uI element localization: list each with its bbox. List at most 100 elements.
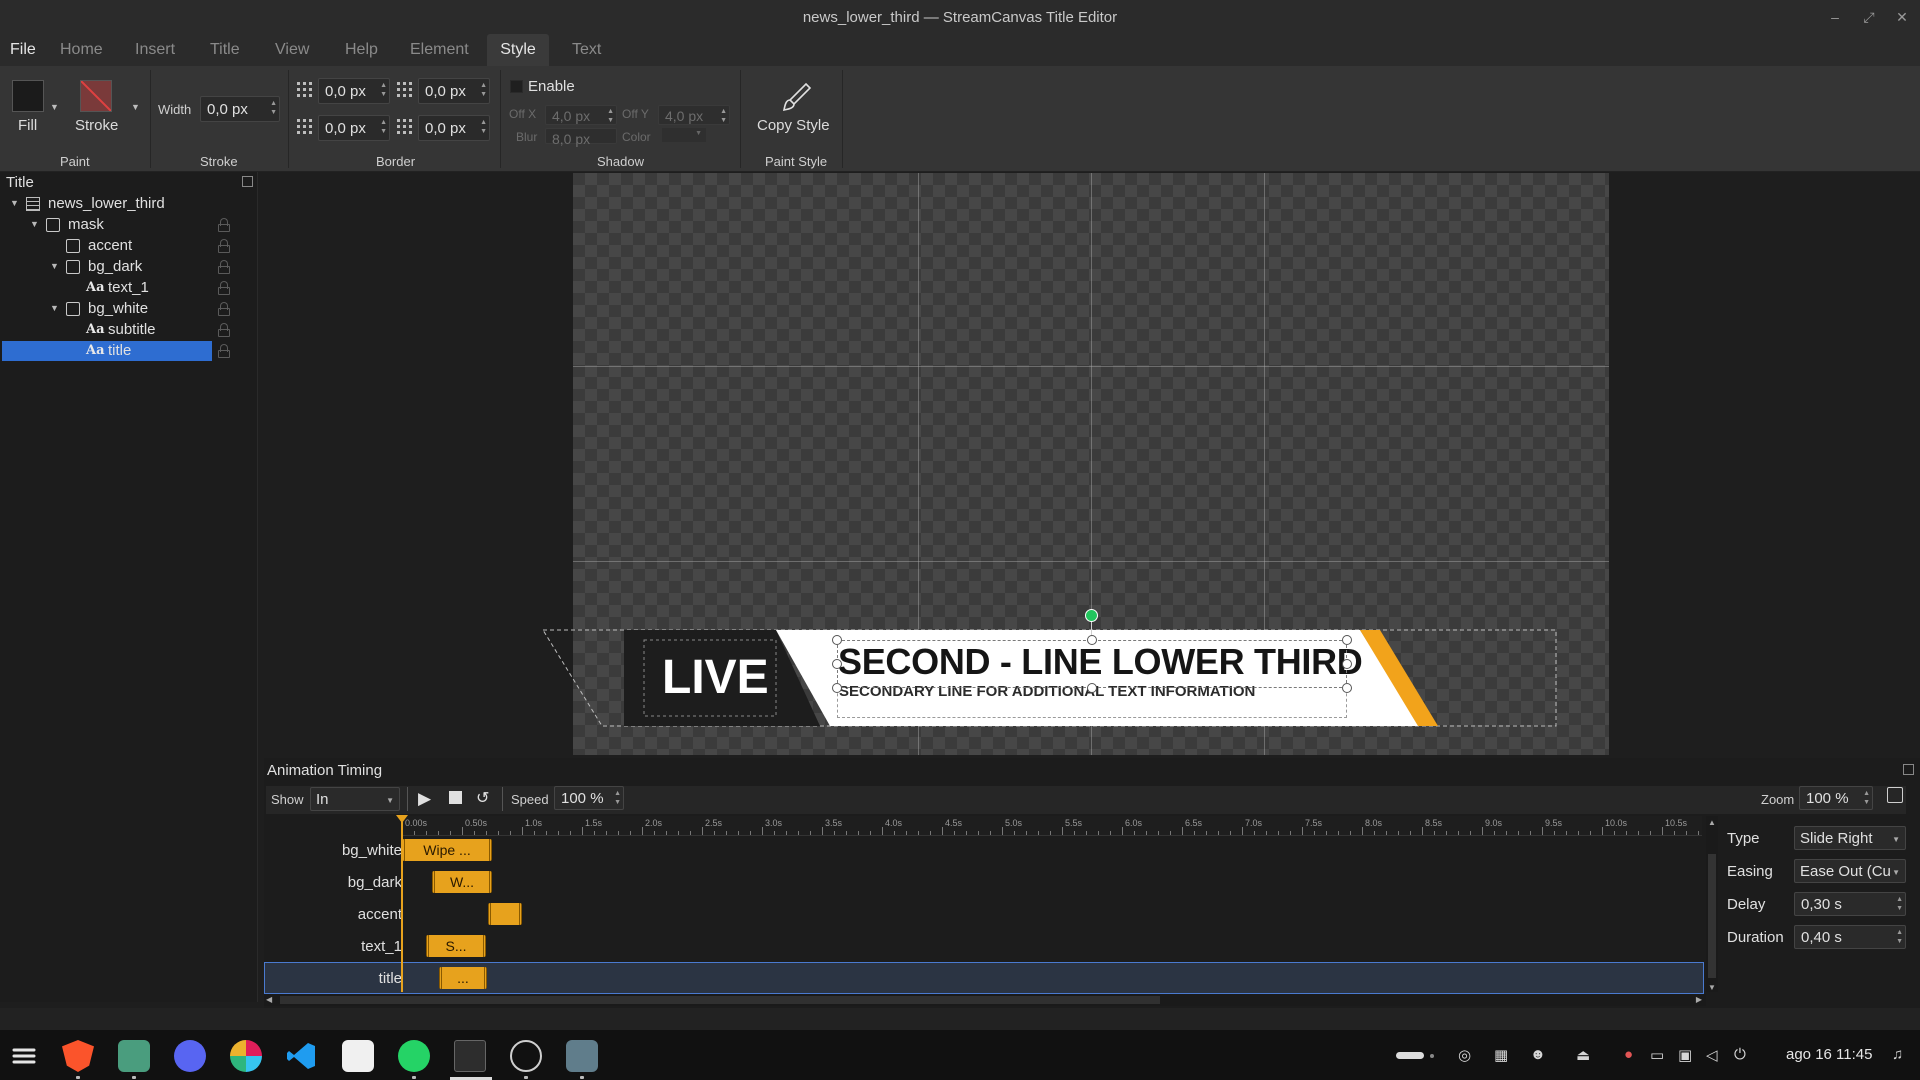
- fill-swatch[interactable]: [12, 80, 44, 112]
- panel-float-icon[interactable]: [242, 176, 253, 187]
- timeline-horizontal-scrollbar[interactable]: ◀ ▶: [264, 994, 1706, 1006]
- track-row[interactable]: accent: [264, 898, 1704, 930]
- lock-icon[interactable]: [218, 302, 230, 316]
- menu-insert[interactable]: Insert: [125, 34, 185, 66]
- shadow-blur-spinbox[interactable]: 8,0 px: [545, 128, 617, 147]
- menu-style[interactable]: Style: [487, 34, 549, 66]
- clip-accent[interactable]: [488, 903, 522, 925]
- shadow-enable-checkbox[interactable]: [510, 80, 523, 93]
- lock-icon[interactable]: [218, 260, 230, 274]
- stop-icon[interactable]: [449, 791, 462, 804]
- shadow-color-picker[interactable]: ▼: [662, 128, 706, 142]
- playhead-handle[interactable]: [396, 815, 408, 823]
- collapse-arrow-icon[interactable]: ▼: [10, 198, 19, 208]
- time-ruler[interactable]: 0.00s 0.50s 1.0s 1.5s 2.0s 2.5s 3.0s 3.5s 4.0s 4.…: [402, 816, 1702, 836]
- border-radius-top-left-spinbox[interactable]: 0,0 px ▲ ▼: [318, 78, 390, 104]
- keyboard-icon[interactable]: ▦: [1494, 1046, 1508, 1064]
- resize-handle[interactable]: [832, 635, 842, 645]
- panel-float-icon[interactable]: [1903, 764, 1914, 775]
- lock-icon[interactable]: [218, 323, 230, 337]
- terminal-icon[interactable]: [454, 1040, 486, 1072]
- lock-icon[interactable]: [218, 344, 230, 358]
- visibility-checkbox[interactable]: [46, 218, 60, 232]
- clip-bg-dark[interactable]: W...: [432, 871, 492, 893]
- menu-title[interactable]: Title: [200, 34, 250, 66]
- show-select[interactable]: In ▼: [310, 787, 400, 811]
- fit-zoom-icon[interactable]: [1887, 787, 1903, 803]
- menu-view[interactable]: View: [265, 34, 319, 66]
- menu-element[interactable]: Element: [400, 34, 479, 66]
- shadow-offy-spinbox[interactable]: 4,0 px ▲ ▼: [658, 105, 730, 125]
- notifications-off-icon[interactable]: ♫: [1892, 1046, 1903, 1063]
- resize-handle[interactable]: [1342, 635, 1352, 645]
- whatsapp-icon[interactable]: [398, 1040, 430, 1072]
- files-icon[interactable]: [118, 1040, 150, 1072]
- collapse-arrow-icon[interactable]: ▼: [50, 303, 59, 313]
- clip-bg-white[interactable]: Wipe ...: [402, 839, 492, 861]
- stroke-dropdown-icon[interactable]: ▼: [131, 102, 140, 112]
- tree-item-news-lower-third[interactable]: ▼ news_lower_third: [2, 194, 212, 214]
- timeline-vertical-scrollbar[interactable]: ▲ ▼: [1706, 816, 1718, 992]
- lock-icon[interactable]: [218, 281, 230, 295]
- brave-browser-icon[interactable]: [62, 1040, 94, 1072]
- resize-handle[interactable]: [832, 659, 842, 669]
- resize-handle[interactable]: [1087, 635, 1097, 645]
- power-icon[interactable]: ⏻: [1734, 1046, 1746, 1063]
- track-row[interactable]: bg_white Wipe ...: [264, 834, 1704, 866]
- clip-title[interactable]: ...: [439, 967, 487, 989]
- brush-icon[interactable]: [780, 80, 814, 117]
- delay-spinbox[interactable]: 0,30 s ▲ ▼: [1794, 892, 1906, 916]
- tree-item-subtitle[interactable]: Aa subtitle: [2, 320, 212, 340]
- stroke-swatch[interactable]: [80, 80, 112, 112]
- settings-app-icon[interactable]: [566, 1040, 598, 1072]
- play-icon[interactable]: ▶: [418, 789, 431, 809]
- tree-item-mask[interactable]: ▼ mask: [2, 215, 212, 235]
- easing-select[interactable]: Ease Out (Cu ▼: [1794, 859, 1906, 883]
- track-row-selected[interactable]: title ...: [264, 962, 1704, 994]
- tree-item-title[interactable]: Aa title: [2, 341, 212, 361]
- resize-handle[interactable]: [1342, 683, 1352, 693]
- stroke-width-spinbox[interactable]: 0,0 px ▲ ▼: [200, 96, 280, 122]
- visibility-checkbox[interactable]: [66, 260, 80, 274]
- microphone-icon[interactable]: ●: [1624, 1046, 1633, 1063]
- volume-icon[interactable]: ◁: [1706, 1046, 1718, 1064]
- playhead[interactable]: [401, 816, 403, 992]
- resize-handle[interactable]: [832, 683, 842, 693]
- resize-handle[interactable]: [1342, 659, 1352, 669]
- copy-style-button[interactable]: Copy Style: [757, 117, 830, 134]
- loop-icon[interactable]: ↺: [476, 788, 489, 808]
- obs-icon[interactable]: [510, 1040, 542, 1072]
- tree-item-bg-white[interactable]: ▼ bg_white: [2, 299, 212, 319]
- track-row[interactable]: text_1 S...: [264, 930, 1704, 962]
- eject-icon[interactable]: ⏏: [1576, 1046, 1590, 1064]
- visibility-checkbox[interactable]: [66, 302, 80, 316]
- zoom-spinbox[interactable]: 100 % ▲ ▼: [1799, 786, 1873, 810]
- menu-file[interactable]: File: [0, 34, 46, 66]
- shadow-offx-spinbox[interactable]: 4,0 px ▲ ▼: [545, 105, 617, 125]
- lock-icon[interactable]: [218, 239, 230, 253]
- track-row[interactable]: bg_dark W...: [264, 866, 1704, 898]
- tree-item-text-1[interactable]: Aa text_1: [2, 278, 212, 298]
- tree-item-bg-dark[interactable]: ▼ bg_dark: [2, 257, 212, 277]
- workspace-indicator[interactable]: [1396, 1052, 1424, 1059]
- tree-item-accent[interactable]: accent: [2, 236, 212, 256]
- speed-spinbox[interactable]: 100 % ▲ ▼: [554, 786, 624, 810]
- duration-spinbox[interactable]: 0,40 s ▲ ▼: [1794, 925, 1906, 949]
- workspace-dot[interactable]: [1430, 1054, 1434, 1058]
- live-text[interactable]: LIVE: [662, 650, 769, 705]
- discord-icon[interactable]: [174, 1040, 206, 1072]
- border-radius-top-right-spinbox[interactable]: 0,0 px ▲ ▼: [418, 78, 490, 104]
- collapse-arrow-icon[interactable]: ▼: [50, 261, 59, 271]
- lock-icon[interactable]: [218, 218, 230, 232]
- clock[interactable]: ago 16 11:45: [1786, 1046, 1872, 1063]
- menu-help[interactable]: Help: [335, 34, 388, 66]
- maximize-icon[interactable]: ⤢: [1860, 8, 1878, 26]
- slack-icon[interactable]: [230, 1040, 262, 1072]
- clip-text-1[interactable]: S...: [426, 935, 486, 957]
- border-radius-bottom-right-spinbox[interactable]: 0,0 px ▲ ▼: [418, 115, 490, 141]
- vscode-icon[interactable]: [286, 1040, 318, 1072]
- screen-icon[interactable]: ▭: [1650, 1046, 1664, 1064]
- fill-dropdown-icon[interactable]: ▼: [50, 102, 59, 112]
- close-icon[interactable]: ✕: [1893, 8, 1911, 26]
- scroll-thumb[interactable]: [280, 996, 1160, 1004]
